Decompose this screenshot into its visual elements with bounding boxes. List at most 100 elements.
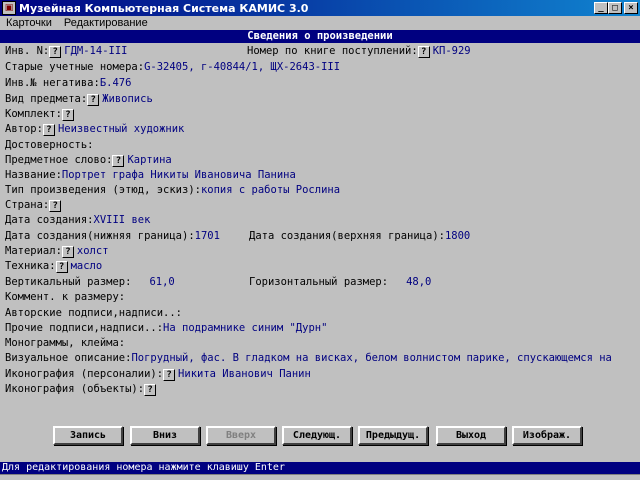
row-hsize: Горизонтальный размер: 48,0 bbox=[249, 275, 431, 290]
row-author-sign: Авторские подписи,надписи..: bbox=[5, 306, 182, 321]
row-old-numbers: Старые учетные номера: G-32405, г-40844/… bbox=[5, 60, 340, 75]
menu-edit[interactable]: Редактирование bbox=[58, 17, 154, 29]
prev-button[interactable]: Предыдущ. bbox=[358, 426, 428, 445]
row-name: Название: Портрет графа Никиты Ивановича… bbox=[5, 168, 296, 183]
other-sign-value[interactable]: На подрамнике синим "Дурн" bbox=[163, 321, 327, 336]
technique-lookup-button[interactable]: ? bbox=[55, 260, 68, 273]
book-label: Номер по книге поступлений: bbox=[247, 45, 418, 57]
technique-label: Техника: bbox=[5, 260, 56, 272]
vsize-label: Вертикальный размер: bbox=[5, 276, 132, 288]
date-label: Дата создания: bbox=[5, 214, 94, 226]
down-button[interactable]: Вниз bbox=[130, 426, 200, 445]
subject-label: Предметное слово: bbox=[5, 154, 113, 166]
row-material: Материал: ? холст bbox=[5, 244, 109, 259]
row-inv: Инв. N: ? ГДМ-14-III bbox=[5, 44, 127, 59]
kind-label: Вид предмета: bbox=[5, 93, 88, 105]
negative-label: Инв.№ негатива: bbox=[5, 77, 100, 89]
material-label: Материал: bbox=[5, 245, 62, 257]
row-kind: Вид предмета: ? Живопись bbox=[5, 92, 153, 107]
menu-bar: Карточки Редактирование bbox=[0, 16, 640, 30]
old-numbers-label: Старые учетные номера: bbox=[5, 61, 145, 73]
icon-objects-lookup-button[interactable]: ? bbox=[144, 383, 157, 396]
row-date-low: Дата создания(нижняя граница): 1701 bbox=[5, 229, 220, 244]
date-low-label: Дата создания(нижняя граница): bbox=[5, 230, 195, 242]
save-button[interactable]: Запись bbox=[53, 426, 123, 445]
inv-value[interactable]: ГДМ-14-III bbox=[64, 44, 127, 59]
menu-cards[interactable]: Карточки bbox=[0, 17, 58, 29]
negative-value[interactable]: Б.476 bbox=[100, 76, 132, 91]
row-icon-objects: Иконография (объекты): ? bbox=[5, 382, 159, 397]
date-low-value[interactable]: 1701 bbox=[195, 229, 220, 244]
reliability-label: Достоверность: bbox=[5, 139, 94, 151]
close-button[interactable]: × bbox=[624, 2, 638, 14]
action-buttons: Запись Вниз Вверх Следующ. Предыдущ. Вых… bbox=[0, 426, 640, 446]
bottom-strip bbox=[0, 474, 640, 480]
row-country: Страна: ? bbox=[5, 198, 64, 213]
row-type: Тип произведения (этюд, эскиз): копия с … bbox=[5, 183, 340, 198]
title-bar: ▣ Музейная Компьютерная Система КАМИС 3.… bbox=[0, 0, 640, 16]
book-value[interactable]: КП-929 bbox=[433, 44, 471, 59]
image-button[interactable]: Изображ. bbox=[512, 426, 582, 445]
author-label: Автор: bbox=[5, 123, 43, 135]
icon-persons-label: Иконография (персоналии): bbox=[5, 368, 164, 380]
form-header: Сведения о произведении bbox=[0, 30, 640, 43]
row-monogram: Монограммы, клейма: bbox=[5, 336, 125, 351]
exit-button[interactable]: Выход bbox=[436, 426, 506, 445]
monogram-label: Монограммы, клейма: bbox=[5, 337, 126, 349]
type-label: Тип произведения (этюд, эскиз): bbox=[5, 184, 201, 196]
minimize-button[interactable]: _ bbox=[594, 2, 608, 14]
subject-lookup-button[interactable]: ? bbox=[112, 154, 125, 167]
window-controls: _ □ × bbox=[594, 2, 638, 14]
main-form: Сведения о произведении Инв. N: ? ГДМ-14… bbox=[0, 30, 640, 462]
row-icon-persons: Иконография (персоналии): ? Никита Ивано… bbox=[5, 367, 311, 382]
date-high-value[interactable]: 1800 bbox=[445, 229, 470, 244]
author-lookup-button[interactable]: ? bbox=[42, 123, 55, 136]
row-date-high: Дата создания(верхняя граница): 1800 bbox=[249, 229, 470, 244]
row-size-comment: Коммент. к размеру: bbox=[5, 290, 125, 305]
subject-value[interactable]: Картина bbox=[127, 153, 171, 168]
author-value[interactable]: Неизвестный художник bbox=[58, 122, 184, 137]
row-author: Автор: ? Неизвестный художник bbox=[5, 122, 184, 137]
row-technique: Техника: ? масло bbox=[5, 259, 102, 274]
name-value[interactable]: Портрет графа Никиты Ивановича Панина bbox=[62, 168, 296, 183]
icon-persons-lookup-button[interactable]: ? bbox=[163, 368, 176, 381]
next-button[interactable]: Следующ. bbox=[282, 426, 352, 445]
book-lookup-button[interactable]: ? bbox=[417, 45, 430, 58]
kind-value[interactable]: Живопись bbox=[102, 92, 153, 107]
set-label: Комплект: bbox=[5, 108, 62, 120]
visual-value[interactable]: Погрудный, фас. В гладком на висках, бел… bbox=[131, 351, 611, 366]
icon-persons-value[interactable]: Никита Иванович Панин bbox=[178, 367, 311, 382]
row-negative: Инв.№ негатива: Б.476 bbox=[5, 76, 131, 91]
app-icon[interactable]: ▣ bbox=[2, 1, 16, 15]
window-title: Музейная Компьютерная Система КАМИС 3.0 bbox=[19, 1, 309, 15]
row-vsize: Вертикальный размер: 61,0 bbox=[5, 275, 175, 290]
author-sign-label: Авторские подписи,надписи..: bbox=[5, 307, 183, 319]
date-high-label: Дата создания(верхняя граница): bbox=[249, 230, 445, 242]
inv-lookup-button[interactable]: ? bbox=[49, 45, 62, 58]
row-date: Дата создания: XVIII век bbox=[5, 213, 150, 228]
technique-value[interactable]: масло bbox=[71, 259, 103, 274]
row-book: Номер по книге поступлений: ? КП-929 bbox=[247, 44, 471, 59]
date-value[interactable]: XVIII век bbox=[94, 213, 151, 228]
country-lookup-button[interactable]: ? bbox=[49, 199, 62, 212]
type-value[interactable]: копия с работы Рослина bbox=[201, 183, 340, 198]
row-visual: Визуальное описание: Погрудный, фас. В г… bbox=[5, 351, 612, 366]
size-comment-label: Коммент. к размеру: bbox=[5, 291, 126, 303]
maximize-button[interactable]: □ bbox=[608, 2, 622, 14]
visual-label: Визуальное описание: bbox=[5, 352, 132, 364]
hsize-value[interactable]: 48,0 bbox=[406, 275, 431, 290]
row-subject: Предметное слово: ? Картина bbox=[5, 153, 172, 168]
row-reliability: Достоверность: bbox=[5, 138, 94, 153]
row-set: Комплект: ? bbox=[5, 107, 77, 122]
material-lookup-button[interactable]: ? bbox=[61, 245, 74, 258]
kind-lookup-button[interactable]: ? bbox=[87, 93, 100, 106]
old-numbers-value[interactable]: G-32405, г-40844/1, ЩХ-2643-III bbox=[144, 60, 340, 75]
vsize-value[interactable]: 61,0 bbox=[149, 275, 174, 290]
country-label: Страна: bbox=[5, 199, 50, 211]
icon-objects-label: Иконография (объекты): bbox=[5, 383, 145, 395]
inv-label: Инв. N: bbox=[5, 45, 50, 57]
material-value[interactable]: холст bbox=[77, 244, 109, 259]
name-label: Название: bbox=[5, 169, 62, 181]
up-button[interactable]: Вверх bbox=[206, 426, 276, 445]
set-lookup-button[interactable]: ? bbox=[61, 108, 74, 121]
